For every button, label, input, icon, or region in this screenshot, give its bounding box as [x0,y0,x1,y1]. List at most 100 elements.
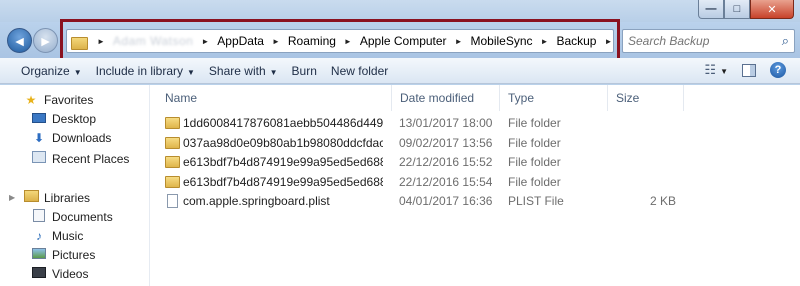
file-name: com.apple.springboard.plist [183,194,330,208]
sidebar-item-downloads[interactable]: ⬇ Downloads [30,131,111,145]
star-icon: ★ [25,93,37,107]
include-in-library-label: Include in library [95,63,183,78]
file-list: Name Date modified Type Size 1dd60084178… [151,85,800,286]
file-date: 04/01/2017 16:36 [399,194,493,208]
breadcrumb-separator[interactable]: ► [536,37,554,46]
sidebar-item-label: Downloads [52,131,112,145]
view-controls: ☷ ▼ ? [704,62,786,78]
table-row[interactable]: 037aa98d0e09b80ab1b98080ddcfdac7b... 09/… [151,133,800,153]
new-folder-button[interactable]: New folder [331,64,402,78]
sidebar-item-label: Music [52,229,84,243]
share-with-menu[interactable]: Share with ▼ [209,64,292,78]
share-with-label: Share with [208,63,266,78]
chevron-down-icon: ▼ [187,67,195,77]
folder-icon [71,35,88,50]
breadcrumb-separator[interactable]: ► [599,37,617,46]
file-name: e613bdf7b4d874919e99a95ed5ed688ae... [183,155,383,169]
file-type: File folder [508,155,561,169]
folder-icon [165,117,180,129]
chevron-down-icon: ▼ [720,67,728,76]
table-row[interactable]: e613bdf7b4d874919e99a95ed5ed688ae... 22/… [151,152,800,172]
window-controls: — □ ✕ [698,0,794,19]
search-icon[interactable]: ⌕ [782,33,789,49]
close-button[interactable]: ✕ [750,0,794,19]
command-bar: Organize ▼ Include in library ▼ Share with… [0,58,800,84]
expand-icon[interactable]: ▶ [9,193,15,202]
sidebar-item-label: Desktop [52,112,97,126]
minimize-button[interactable]: — [698,0,724,19]
preview-pane-icon[interactable] [742,63,756,77]
desktop-icon [30,112,48,126]
breadcrumb-separator[interactable]: ► [267,37,285,46]
breadcrumb-appdata[interactable]: AppData [214,34,267,48]
column-header-date-modified[interactable]: Date modified [392,85,500,111]
sidebar-item-documents[interactable]: Documents [30,209,113,225]
breadcrumb-user[interactable]: Adam Watson [110,34,196,48]
file-rows: 1dd6008417876081aebb504486d4496f6... 13/… [151,113,800,211]
file-size: 2 KB [649,194,676,208]
column-header-size[interactable]: Size [608,85,684,111]
breadcrumb-separator[interactable]: ► [92,37,110,46]
folder-icon [165,175,180,188]
file-type: PLIST File [508,194,564,208]
breadcrumb-mobilesync[interactable]: MobileSync [467,34,535,48]
breadcrumb-roaming[interactable]: Roaming [285,34,339,48]
breadcrumb-separator[interactable]: ► [339,37,357,46]
navigation-bar: ◄ ► ► Adam Watson ► AppData ► Roaming ► … [0,22,800,58]
navigation-pane: ★ Favorites Desktop ⬇ Downloads Recent P… [0,85,150,286]
back-button[interactable]: ◄ [7,28,32,53]
folder-icon [165,156,180,168]
pictures-icon [30,248,48,262]
file-type: File folder [508,116,561,130]
sidebar-item-favorites[interactable]: ★ Favorites [22,93,94,107]
breadcrumb-backup[interactable]: Backup [553,34,599,48]
file-name: 037aa98d0e09b80ab1b98080ddcfdac7b... [183,135,383,150]
chevron-down-icon: ▼ [269,67,278,77]
breadcrumb-apple-computer[interactable]: Apple Computer [357,34,450,48]
file-type: File folder [508,135,561,150]
include-in-library-menu[interactable]: Include in library ▼ [96,64,209,78]
breadcrumb-separator[interactable]: ► [450,37,468,46]
help-icon[interactable]: ? [770,62,786,78]
change-view-button[interactable]: ☷ ▼ [704,62,728,78]
file-date: 09/02/2017 13:56 [399,135,493,150]
breadcrumb-separator[interactable]: ► [196,37,214,46]
organize-menu[interactable]: Organize ▼ [0,64,96,78]
videos-icon [30,267,48,281]
sidebar-item-label: Pictures [52,248,96,262]
table-row[interactable]: e613bdf7b4d874919e99a95ed5ed688ae... 22/… [151,172,800,192]
file-type: File folder [508,174,561,189]
column-header-type[interactable]: Type [500,85,608,111]
sidebar-item-label: Documents [52,210,113,224]
sidebar-item-desktop[interactable]: Desktop [30,112,96,126]
sidebar-item-pictures[interactable]: Pictures [30,248,95,262]
sidebar-item-label: Videos [52,267,89,281]
table-row[interactable]: 1dd6008417876081aebb504486d4496f6... 13/… [151,113,800,133]
burn-button[interactable]: Burn [292,64,331,78]
sidebar-item-label: Recent Places [52,151,130,166]
address-bar[interactable]: ► Adam Watson ► AppData ► Roaming ► Appl… [66,29,644,53]
download-icon: ⬇ [33,131,45,145]
main-area: ★ Favorites Desktop ⬇ Downloads Recent P… [0,85,800,286]
sidebar-item-label: Favorites [44,93,94,107]
sidebar-item-videos[interactable]: Videos [30,267,88,281]
search-input[interactable] [628,34,768,48]
file-name: 1dd6008417876081aebb504486d4496f6... [183,116,383,130]
sidebar-item-libraries[interactable]: Libraries [22,190,90,205]
column-header-name[interactable]: Name [157,85,392,111]
folder-icon [165,136,180,149]
file-date: 13/01/2017 18:00 [399,116,493,130]
sidebar-item-label: Libraries [44,190,91,205]
forward-button[interactable]: ► [33,28,58,53]
sidebar-item-recent-places[interactable]: Recent Places [30,151,129,166]
music-icon: ♪ [36,229,42,243]
search-box[interactable]: ⌕ [622,29,795,53]
table-row[interactable]: com.apple.springboard.plist 04/01/2017 1… [151,191,800,211]
sidebar-item-music[interactable]: ♪ Music [30,229,83,243]
organize-label: Organize [21,63,70,78]
file-date: 22/12/2016 15:52 [399,155,493,169]
details-view-icon: ☷ [704,62,717,77]
file-name: e613bdf7b4d874919e99a95ed5ed688ae... [183,174,383,189]
maximize-button[interactable]: □ [724,0,750,19]
documents-icon [30,209,48,225]
